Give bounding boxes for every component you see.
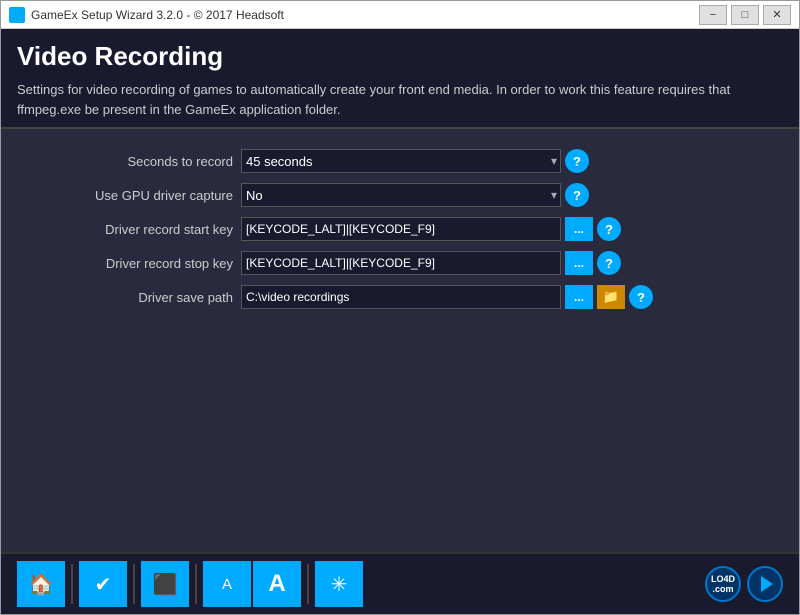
app-icon (9, 7, 25, 23)
title-bar: GameEx Setup Wizard 3.2.0 - © 2017 Heads… (1, 1, 799, 29)
input-start-key[interactable] (241, 217, 561, 241)
screen-button[interactable]: ⬛ (141, 561, 189, 607)
watermark-circle: LO4D.com (705, 566, 741, 602)
minimize-button[interactable]: − (699, 5, 727, 25)
help-button-seconds[interactable]: ? (565, 149, 589, 173)
window-title: GameEx Setup Wizard 3.2.0 - © 2017 Heads… (31, 8, 284, 22)
page-description: Settings for video recording of games to… (17, 80, 783, 119)
font-small-icon: A (222, 576, 232, 593)
toolbar-left: 🏠 ✔ ⬛ A A ✳ (17, 561, 363, 607)
font-small-button[interactable]: A (203, 561, 251, 607)
form-row-stop-key: Driver record stop key ... ? (21, 251, 779, 275)
help-button-gpu[interactable]: ? (565, 183, 589, 207)
page-title: Video Recording (17, 41, 783, 72)
ellipsis-button-save-path[interactable]: ... (565, 285, 593, 309)
settings-button[interactable]: ✳ (315, 561, 363, 607)
select-gpu[interactable]: Yes No (241, 183, 561, 207)
bottom-toolbar: 🏠 ✔ ⬛ A A ✳ (1, 552, 799, 614)
page-header: Video Recording Settings for video recor… (1, 29, 799, 129)
watermark: LO4D.com (705, 566, 783, 602)
help-button-start-key[interactable]: ? (597, 217, 621, 241)
label-save-path: Driver save path (21, 290, 241, 305)
input-group-seconds: 30 seconds 45 seconds 60 seconds 90 seco… (241, 149, 589, 173)
check-icon: ✔ (95, 572, 112, 597)
nav-arrow-right[interactable] (747, 566, 783, 602)
screen-icon: ⬛ (153, 572, 178, 597)
select-wrapper-seconds: 30 seconds 45 seconds 60 seconds 90 seco… (241, 149, 561, 173)
form-area: Seconds to record 30 seconds 45 seconds … (1, 129, 799, 552)
input-group-stop-key: ... ? (241, 251, 621, 275)
form-row-seconds: Seconds to record 30 seconds 45 seconds … (21, 149, 779, 173)
toolbar-separator-1 (71, 564, 73, 604)
home-icon: 🏠 (29, 572, 54, 597)
label-start-key: Driver record start key (21, 222, 241, 237)
input-group-gpu: Yes No ? (241, 183, 589, 207)
watermark-text: LO4D.com (711, 574, 735, 594)
window: GameEx Setup Wizard 3.2.0 - © 2017 Heads… (0, 0, 800, 615)
input-group-save-path: ... 📁 ? (241, 285, 653, 309)
select-seconds[interactable]: 30 seconds 45 seconds 60 seconds 90 seco… (241, 149, 561, 173)
form-row-save-path: Driver save path ... 📁 ? (21, 285, 779, 309)
help-button-stop-key[interactable]: ? (597, 251, 621, 275)
label-gpu: Use GPU driver capture (21, 188, 241, 203)
input-save-path[interactable] (241, 285, 561, 309)
font-large-icon: A (268, 570, 285, 598)
main-content: Video Recording Settings for video recor… (1, 29, 799, 614)
title-bar-left: GameEx Setup Wizard 3.2.0 - © 2017 Heads… (9, 7, 284, 23)
check-button[interactable]: ✔ (79, 561, 127, 607)
settings-icon: ✳ (331, 572, 348, 597)
toolbar-separator-3 (195, 564, 197, 604)
title-bar-controls: − □ ✕ (699, 5, 791, 25)
label-seconds: Seconds to record (21, 154, 241, 169)
folder-button-save-path[interactable]: 📁 (597, 285, 625, 309)
toolbar-separator-2 (133, 564, 135, 604)
ellipsis-button-start-key[interactable]: ... (565, 217, 593, 241)
help-button-save-path[interactable]: ? (629, 285, 653, 309)
home-button[interactable]: 🏠 (17, 561, 65, 607)
select-wrapper-gpu: Yes No (241, 183, 561, 207)
close-button[interactable]: ✕ (763, 5, 791, 25)
font-large-button[interactable]: A (253, 561, 301, 607)
form-row-gpu: Use GPU driver capture Yes No ? (21, 183, 779, 207)
toolbar-separator-4 (307, 564, 309, 604)
input-stop-key[interactable] (241, 251, 561, 275)
input-group-start-key: ... ? (241, 217, 621, 241)
ellipsis-button-stop-key[interactable]: ... (565, 251, 593, 275)
maximize-button[interactable]: □ (731, 5, 759, 25)
form-row-start-key: Driver record start key ... ? (21, 217, 779, 241)
label-stop-key: Driver record stop key (21, 256, 241, 271)
toolbar-right: LO4D.com (705, 566, 783, 602)
